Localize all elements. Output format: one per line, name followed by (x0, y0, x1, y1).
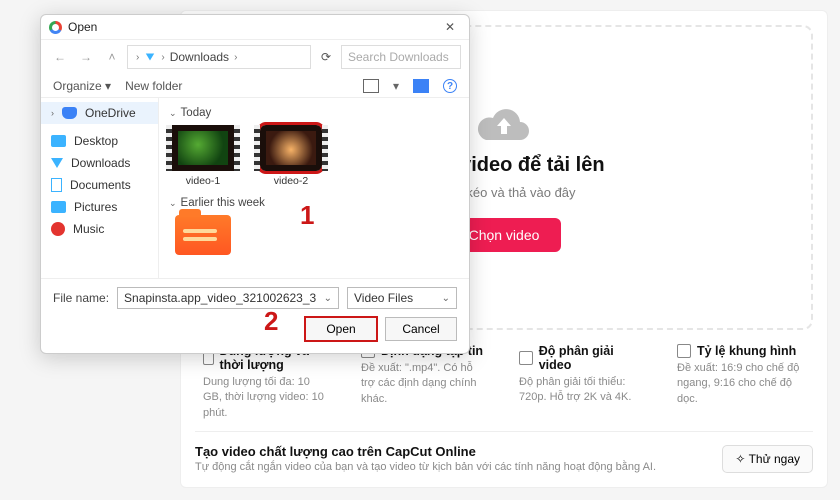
sparkle-icon: ✧ (735, 452, 745, 466)
breadcrumb-folder: Downloads (170, 50, 229, 64)
filename-label: File name: (53, 291, 109, 305)
group-header-earlier[interactable]: ⌄ Earlier this week (169, 197, 459, 209)
chevron-down-icon: ⌄ (169, 198, 177, 209)
breadcrumb[interactable]: › › Downloads › (127, 45, 311, 69)
promo-row: Tạo video chất lượng cao trên CapCut Onl… (195, 431, 813, 473)
dialog-titlebar: Open ✕ (41, 15, 469, 40)
promo-title: Tạo video chất lượng cao trên CapCut Onl… (195, 444, 710, 459)
dialog-body: ›OneDrive Desktop Downloads Documents Pi… (41, 98, 469, 278)
video-thumb-icon (260, 125, 322, 171)
resolution-icon (519, 351, 533, 365)
info-format: Định dạng tập tin Đề xuất: ".mp4". Có hỗ… (361, 344, 489, 421)
folder-icon (175, 215, 231, 255)
sidebar-item-label: Music (73, 222, 104, 236)
view-icon[interactable] (363, 79, 379, 93)
chevron-down-icon: ⌄ (324, 293, 332, 304)
sidebar-item-documents[interactable]: Documents (41, 174, 158, 196)
dialog-toolbar: Organize ▾ New folder ▾ ? (41, 74, 469, 98)
sidebar-item-label: Downloads (71, 156, 130, 170)
aspect-icon (677, 344, 691, 358)
info-title: Tỷ lệ khung hình (697, 344, 796, 358)
chevron-right-icon: › (136, 52, 139, 63)
pictures-icon (51, 201, 66, 213)
back-button[interactable]: ← (49, 47, 71, 67)
info-desc: Đề xuất: ".mp4". Có hỗ trợ các định dạng… (361, 361, 489, 407)
sidebar-item-label: Desktop (74, 134, 118, 148)
help-icon[interactable]: ? (443, 79, 457, 93)
sidebar-item-desktop[interactable]: Desktop (41, 130, 158, 152)
info-size: Dung lượng và thời lượng Dung lượng tối … (203, 344, 331, 421)
chrome-icon (49, 21, 62, 34)
desktop-icon (51, 135, 66, 147)
dialog-nav: ← → ˄ › › Downloads › ⟳ Search Downloads (41, 40, 469, 74)
info-desc: Dung lượng tối đa: 10 GB, thời lượng vid… (203, 375, 331, 421)
info-desc: Độ phân giải tối thiểu: 720p. Hỗ trợ 2K … (519, 375, 647, 406)
downloads-icon (51, 158, 63, 168)
sidebar-item-onedrive[interactable]: ›OneDrive (41, 102, 158, 124)
promo-desc: Tự động cắt ngắn video của bạn và tạo vi… (195, 461, 710, 473)
up-button[interactable]: ˄ (101, 47, 123, 67)
organize-menu[interactable]: Organize ▾ (53, 79, 111, 93)
search-placeholder: Search Downloads (348, 50, 449, 64)
info-desc: Đề xuất: 16:9 cho chế độ ngang, 9:16 cho… (677, 361, 805, 407)
video-thumb-icon (172, 125, 234, 171)
dialog-title: Open (68, 20, 97, 34)
file-item-folder[interactable] (169, 215, 237, 259)
file-list: ⌄ Today video-1 video-2 ⌄ Earlier this wee… (159, 98, 469, 278)
try-now-button[interactable]: ✧ Thử ngay (722, 445, 813, 473)
info-title: Độ phân giải video (539, 344, 647, 372)
sidebar: ›OneDrive Desktop Downloads Documents Pi… (41, 98, 159, 278)
filename-input[interactable]: Snapinsta.app_video_321002623_3 ⌄ (117, 287, 339, 309)
file-open-dialog: Open ✕ ← → ˄ › › Downloads › ⟳ Search Do… (40, 14, 470, 354)
sidebar-item-label: Documents (70, 178, 131, 192)
filetype-filter[interactable]: Video Files ⌄ (347, 287, 457, 309)
close-icon[interactable]: ✕ (439, 20, 461, 34)
filter-value: Video Files (354, 291, 413, 305)
open-button[interactable]: Open (305, 317, 377, 341)
sidebar-item-pictures[interactable]: Pictures (41, 196, 158, 218)
onedrive-icon (62, 107, 77, 119)
group-header-today[interactable]: ⌄ Today (169, 107, 459, 119)
cloud-upload-icon (474, 102, 534, 146)
new-folder-button[interactable]: New folder (125, 79, 182, 93)
info-aspect: Tỷ lệ khung hình Đề xuất: 16:9 cho chế đ… (677, 344, 805, 421)
info-resolution: Độ phân giải video Độ phân giải tối thiể… (519, 344, 647, 421)
preview-pane-icon[interactable] (413, 79, 429, 93)
music-icon (51, 222, 65, 236)
file-item-selected[interactable]: video-2 (257, 125, 325, 187)
sidebar-item-downloads[interactable]: Downloads (41, 152, 158, 174)
file-name: video-2 (257, 175, 325, 187)
refresh-button[interactable]: ⟳ (315, 50, 337, 64)
try-label: Thử ngay (749, 452, 800, 466)
filename-value: Snapinsta.app_video_321002623_3 (124, 291, 316, 305)
dialog-footer: File name: Snapinsta.app_video_321002623… (41, 278, 469, 353)
file-item[interactable]: video-1 (169, 125, 237, 187)
group-label: Today (181, 107, 212, 119)
search-input[interactable]: Search Downloads (341, 45, 461, 69)
forward-button[interactable]: → (75, 47, 97, 67)
sidebar-item-label: OneDrive (85, 106, 136, 120)
cancel-button[interactable]: Cancel (385, 317, 457, 341)
downloads-nav-icon (146, 54, 154, 61)
file-name: video-1 (169, 175, 237, 187)
sidebar-item-music[interactable]: Music (41, 218, 158, 240)
group-label: Earlier this week (181, 197, 265, 209)
documents-icon (51, 178, 62, 192)
chevron-down-icon: ⌄ (169, 108, 177, 119)
chevron-down-icon: ⌄ (442, 293, 450, 304)
sidebar-item-label: Pictures (74, 200, 117, 214)
